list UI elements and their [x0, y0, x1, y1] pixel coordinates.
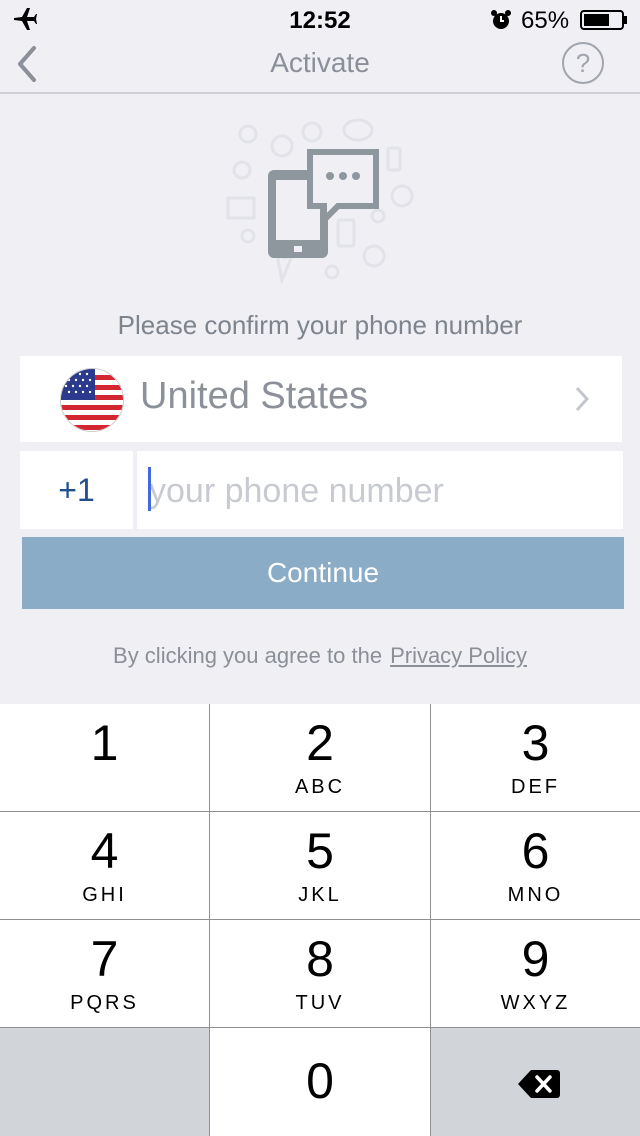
key-digit: 8	[306, 931, 334, 987]
phone-chat-illustration	[226, 118, 414, 286]
text-caret	[148, 467, 151, 511]
status-bar: 12:52 65%	[0, 0, 640, 40]
key-1[interactable]: 1	[0, 704, 209, 811]
alarm-icon	[491, 10, 511, 29]
country-name: United States	[140, 375, 369, 417]
key-delete[interactable]	[431, 1028, 640, 1136]
key-digit: 6	[521, 823, 550, 879]
battery-icon	[580, 10, 627, 30]
key-letters: WXYZ	[500, 992, 571, 1014]
key-digit: 1	[90, 715, 119, 771]
key-letters: MNO	[507, 884, 564, 906]
help-icon[interactable]: ?	[562, 42, 604, 84]
key-6[interactable]: 6 MNO	[431, 812, 640, 919]
key-digit: 0	[306, 1053, 334, 1109]
phone-number-field[interactable]	[137, 451, 623, 531]
key-4[interactable]: 4 GHI	[0, 812, 209, 919]
agreement-label: By clicking you agree to the	[113, 643, 383, 668]
chevron-right-icon	[575, 386, 590, 412]
privacy-policy-link[interactable]: Privacy Policy	[390, 643, 527, 668]
key-9[interactable]: 9 WXYZ	[431, 920, 640, 1027]
key-letters: GHI	[82, 884, 127, 906]
continue-button[interactable]: Continue	[22, 537, 624, 609]
battery-percent: 65%	[521, 7, 570, 34]
country-selector[interactable]: United States	[20, 356, 622, 442]
backspace-icon	[518, 1070, 560, 1098]
key-digit: 7	[90, 931, 119, 987]
key-digit: 2	[306, 715, 334, 771]
key-7[interactable]: 7 PQRS	[0, 920, 209, 1027]
key-0[interactable]: 0	[210, 1028, 430, 1136]
key-digit: 9	[521, 931, 550, 987]
key-5[interactable]: 5 JKL	[210, 812, 430, 919]
nav-bar: Activate ?	[0, 40, 640, 94]
key-digit: 3	[521, 715, 550, 771]
key-digit: 5	[306, 823, 334, 879]
key-letters: TUV	[295, 992, 345, 1014]
confirm-prompt: Please confirm your phone number	[117, 310, 523, 340]
phone-number-input[interactable]	[147, 451, 611, 531]
page-title: Activate	[270, 47, 370, 78]
key-3[interactable]: 3 DEF	[431, 704, 640, 811]
agreement-text: By clicking you agree to the Privacy Poli…	[0, 643, 640, 669]
key-letters: ABC	[294, 776, 346, 798]
key-letters: PQRS	[70, 992, 139, 1014]
key-letters: JKL	[298, 884, 342, 906]
numeric-keypad: 1 2 ABC 3 DEF 4 GHI 5 JKL 6 MNO 7 PQRS 8…	[0, 704, 640, 1136]
us-flag-icon	[60, 368, 124, 432]
key-8[interactable]: 8 TUV	[210, 920, 430, 1027]
country-code-field[interactable]: +1	[20, 451, 133, 529]
key-blank	[0, 1028, 209, 1136]
key-digit: 4	[90, 823, 119, 879]
key-2[interactable]: 2 ABC	[210, 704, 430, 811]
key-letters: DEF	[511, 776, 560, 798]
